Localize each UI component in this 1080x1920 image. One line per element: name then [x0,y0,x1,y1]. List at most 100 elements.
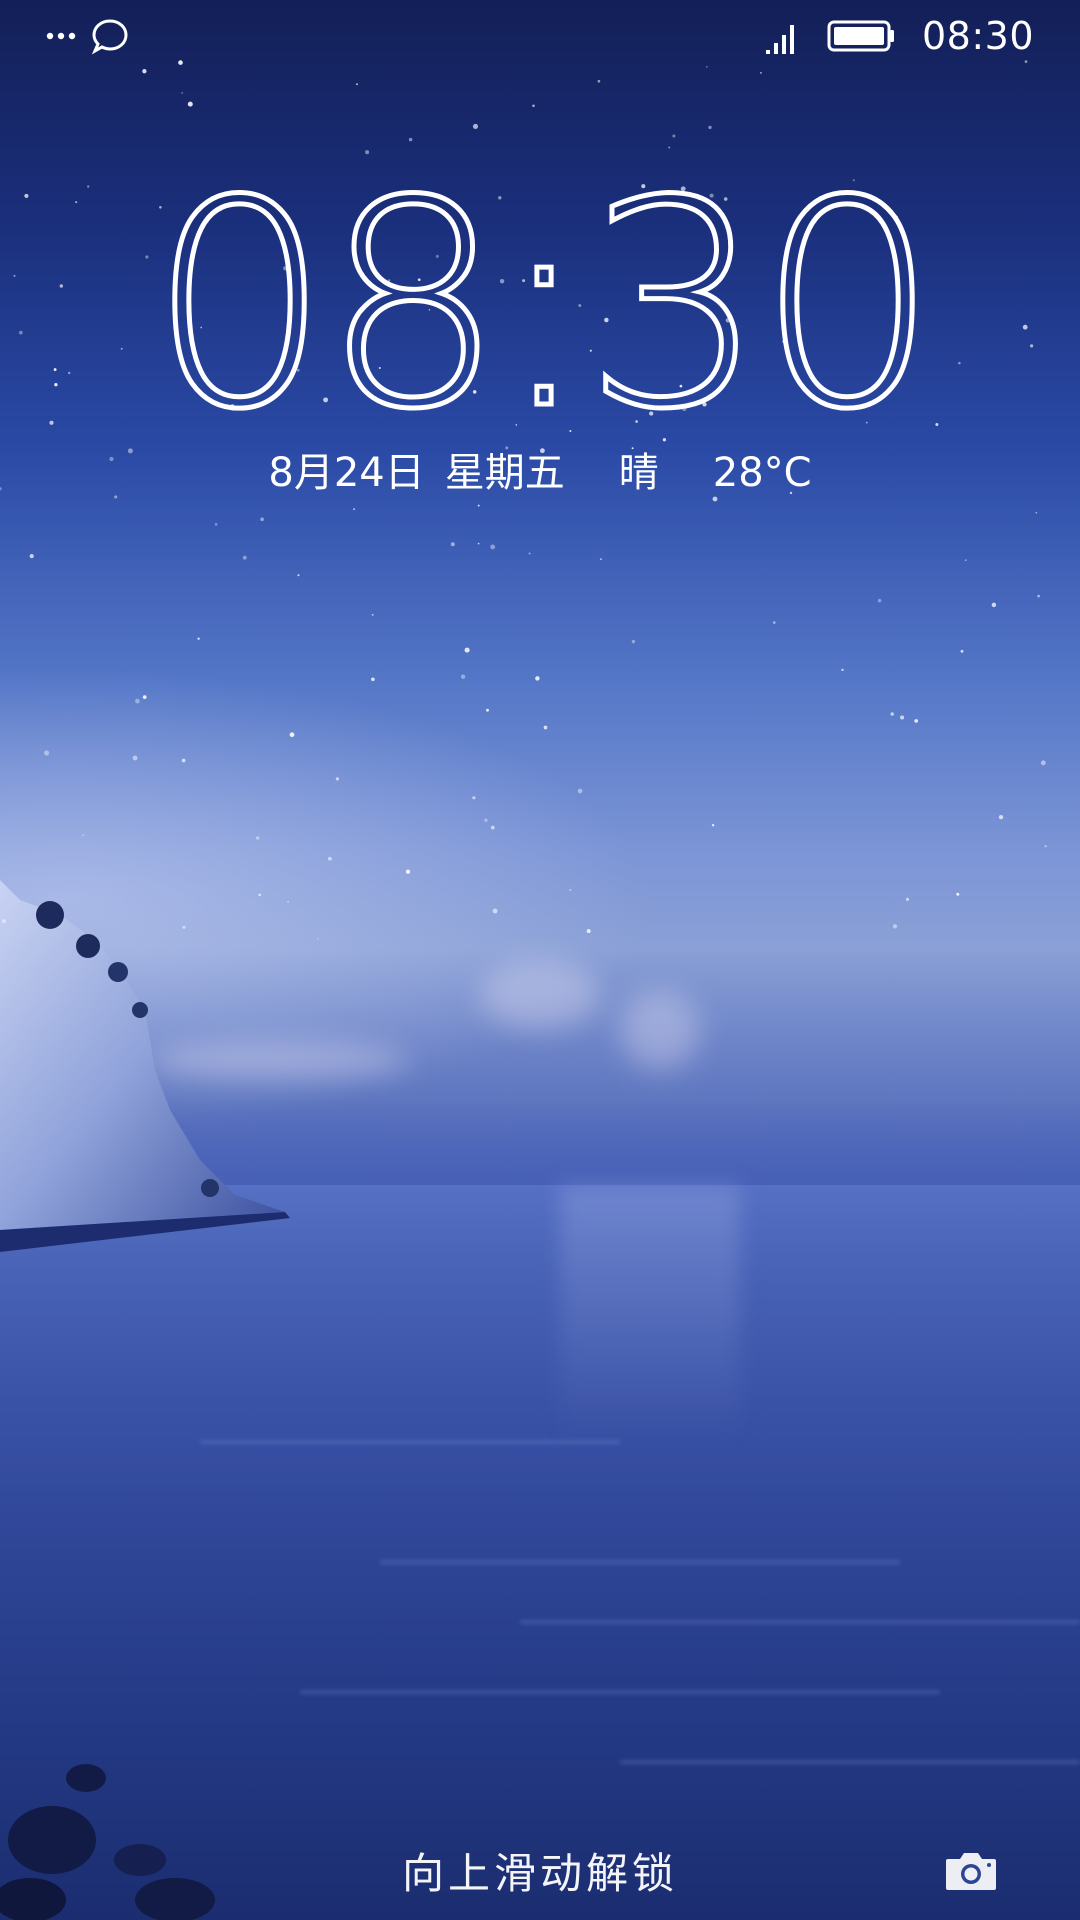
star [59,284,63,288]
star [877,598,882,603]
star [256,836,260,840]
star [18,330,23,335]
star [841,668,844,672]
star [181,758,186,763]
star [44,750,50,756]
star [1044,844,1047,848]
star [486,708,489,712]
star [187,101,193,107]
star [535,676,540,681]
sea-ripple [380,1560,900,1564]
star [586,929,591,934]
star [289,732,295,738]
star [287,900,289,903]
star [597,79,601,83]
star [599,558,602,561]
star [142,695,147,699]
star [181,91,184,94]
star [914,719,919,723]
message-bubble-icon [91,19,128,55]
star [477,542,480,545]
star [631,639,636,644]
wallpaper-cloud [620,990,700,1070]
star [1030,344,1034,348]
star [528,552,531,555]
star [67,371,71,375]
star [900,715,905,720]
star [82,834,85,837]
star [1022,324,1028,330]
star [258,893,261,897]
star [569,888,572,891]
camera-icon[interactable] [944,1850,998,1892]
star [132,755,138,761]
star [991,602,997,608]
star [13,274,16,277]
star [532,104,535,108]
star [75,201,78,204]
star [214,523,218,526]
star [335,777,340,781]
sea-ripple [200,1440,620,1444]
star [490,825,495,830]
star [960,649,964,653]
star [935,423,939,426]
star [87,185,90,188]
star [477,504,480,507]
status-bar: 08:30 [0,0,1080,72]
star [371,613,374,616]
lock-screen[interactable]: 08:30 08:30 8月24日 星期五 晴 28°C 向上滑动解锁 [0,0,1080,1920]
star [24,193,29,198]
star [484,818,488,822]
star [353,508,356,511]
star [197,637,200,640]
star [182,925,186,929]
star [460,674,466,679]
star [135,698,140,704]
date-text: 8月24日 [268,450,425,496]
battery-icon [827,20,894,52]
star [472,123,479,129]
star [53,368,57,372]
star [49,420,54,425]
star [998,814,1004,820]
sea-ripple [520,1620,1080,1624]
temperature-text: 28°C [712,450,812,496]
star [54,383,58,387]
lock-clock: 08:30 [147,138,941,475]
star [120,347,123,350]
unlock-hint[interactable]: 向上滑动解锁 [0,1840,1080,1901]
sea-ripple [300,1690,940,1694]
star [2,919,6,923]
star [543,725,548,730]
star [464,647,470,653]
more-icon [46,32,76,40]
star [956,892,960,896]
star [490,544,496,550]
star [759,71,762,74]
date-weather-line: 8月24日 星期五 晴 28°C [0,440,1080,498]
star [242,555,247,560]
star [672,134,676,138]
star [317,937,319,940]
star [371,677,375,682]
star [708,125,712,130]
star [892,924,898,929]
sea-ripple [620,1760,1080,1764]
star [450,542,455,547]
star [297,574,300,577]
weather-text: 晴 [618,450,659,496]
star [356,83,358,86]
star [577,788,583,794]
star [328,856,332,861]
star [29,554,34,559]
star [1040,760,1046,766]
star [905,897,910,901]
star [472,796,476,800]
star [711,823,715,827]
star [958,361,961,365]
star [773,621,776,624]
star [492,908,498,914]
weekday-text: 星期五 [444,450,565,496]
star [145,255,149,259]
